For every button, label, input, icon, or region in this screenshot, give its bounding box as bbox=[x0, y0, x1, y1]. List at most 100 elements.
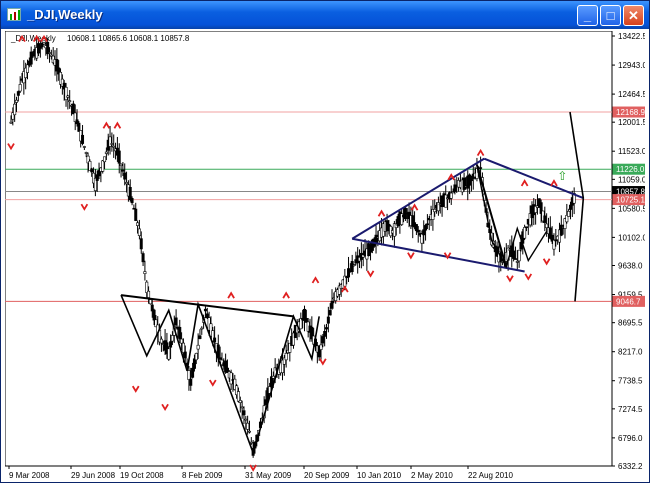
x-tick-label: 19 Oct 2008 bbox=[120, 471, 164, 480]
candle-body bbox=[68, 100, 72, 103]
title-bar[interactable]: _DJI,Weekly _ □ ✕ bbox=[1, 1, 649, 29]
y-tick-label: 11523.0 bbox=[618, 147, 645, 156]
candle-body bbox=[174, 317, 178, 326]
candle-body bbox=[139, 238, 143, 250]
x-tick-label: 31 May 2009 bbox=[245, 471, 292, 480]
candle-body bbox=[180, 338, 184, 344]
candle-body bbox=[119, 163, 123, 166]
candle-body bbox=[246, 422, 250, 430]
candle-body bbox=[29, 51, 33, 65]
candle-body bbox=[101, 160, 105, 172]
chart-app-icon bbox=[7, 8, 21, 21]
chart-header-ohlc: 10608.1 10865.6 10608.1 10857.8 bbox=[67, 34, 190, 43]
candle-body bbox=[449, 192, 453, 199]
candle-body bbox=[271, 375, 275, 379]
price-chart[interactable]: _DJI,Weekly 10608.1 10865.6 10608.1 1085… bbox=[5, 31, 645, 482]
candle-body bbox=[137, 228, 141, 236]
candle-body bbox=[249, 441, 253, 444]
candle-body bbox=[205, 313, 209, 319]
candle-body bbox=[513, 258, 517, 260]
candle-body bbox=[183, 351, 187, 359]
x-tick-label: 10 Jan 2010 bbox=[357, 471, 402, 480]
chart-header-symbol: _DJI,Weekly bbox=[10, 34, 56, 43]
candle-body bbox=[110, 143, 114, 145]
candle-body bbox=[42, 42, 46, 45]
candle-body bbox=[48, 52, 52, 54]
y-tick-label: 8695.5 bbox=[618, 319, 643, 328]
window-title: _DJI,Weekly bbox=[27, 7, 103, 22]
candle-body bbox=[64, 86, 68, 101]
price-marker-label: 10725.1 bbox=[616, 196, 645, 205]
candle-body bbox=[433, 208, 437, 213]
price-marker-label: 12168.9 bbox=[616, 108, 645, 117]
candle-body bbox=[128, 187, 132, 200]
candle-body bbox=[15, 99, 19, 103]
candle-body bbox=[568, 204, 572, 210]
candle-body bbox=[84, 152, 88, 154]
y-axis: 13422.5 12943.0 12464.5 12001.5 11523.0 11059… bbox=[612, 32, 645, 471]
candle-body bbox=[425, 223, 429, 226]
candle-body bbox=[147, 290, 151, 298]
candle-body bbox=[200, 327, 204, 330]
candle-body bbox=[567, 211, 571, 217]
candle-body bbox=[325, 327, 329, 330]
candle-body bbox=[90, 168, 94, 173]
candle-body bbox=[103, 156, 107, 163]
minimize-button[interactable]: _ bbox=[577, 5, 598, 26]
candle-body bbox=[517, 249, 521, 262]
y-tick-label: 12001.5 bbox=[618, 118, 645, 127]
candle-body bbox=[554, 239, 558, 242]
candle-body bbox=[524, 226, 528, 229]
y-tick-label: 11059.0 bbox=[618, 175, 645, 184]
candle-body bbox=[330, 300, 334, 309]
candle-body bbox=[543, 215, 547, 223]
candle-body bbox=[196, 344, 200, 350]
candle-body bbox=[240, 406, 244, 409]
y-tick-label: 10580.5 bbox=[618, 204, 645, 213]
candle-body bbox=[9, 121, 13, 124]
candle-body bbox=[134, 208, 138, 221]
candle-body bbox=[167, 348, 171, 360]
candle-body bbox=[141, 253, 145, 263]
candle-body bbox=[71, 103, 75, 115]
y-tick-label: 7738.5 bbox=[618, 377, 643, 386]
candle-body bbox=[191, 367, 195, 378]
chart-area[interactable]: _DJI,Weekly 10608.1 10865.6 10608.1 1085… bbox=[5, 31, 645, 482]
x-tick-label: 20 Sep 2009 bbox=[304, 471, 350, 480]
candle-body bbox=[512, 250, 516, 259]
candle-body bbox=[66, 95, 70, 98]
x-tick-label: 2 May 2010 bbox=[411, 471, 453, 480]
candle-body bbox=[321, 336, 325, 344]
candle-body bbox=[242, 410, 246, 416]
candle-body bbox=[326, 316, 330, 324]
maximize-button[interactable]: □ bbox=[600, 5, 621, 26]
candle-body bbox=[152, 309, 156, 321]
candle-body bbox=[236, 391, 240, 402]
candle-body bbox=[194, 353, 198, 361]
y-tick-label: 12943.0 bbox=[618, 61, 645, 70]
x-axis: 9 Mar 2008 29 Jun 2008 19 Oct 2008 8 Feb 20… bbox=[8, 466, 513, 480]
candle-body bbox=[328, 310, 332, 316]
candle-body bbox=[170, 335, 174, 342]
candle-body bbox=[117, 150, 121, 164]
candle-body bbox=[46, 42, 50, 55]
candle-body bbox=[189, 378, 193, 386]
chart-window: _DJI,Weekly _ □ ✕ _DJI,Weekly 10608.1 10… bbox=[0, 0, 650, 483]
x-tick-label: 8 Feb 2009 bbox=[182, 471, 223, 480]
candle-body bbox=[108, 136, 112, 147]
candle-body bbox=[82, 146, 86, 148]
candle-body bbox=[130, 198, 134, 204]
y-tick-label: 10102.0 bbox=[618, 233, 645, 242]
candle-body bbox=[414, 224, 418, 232]
x-tick-label: 9 Mar 2008 bbox=[9, 471, 50, 480]
candle-body bbox=[416, 229, 420, 233]
close-button[interactable]: ✕ bbox=[623, 5, 644, 26]
candle-body bbox=[148, 299, 152, 305]
candle-body bbox=[420, 233, 424, 244]
candle-body bbox=[16, 91, 20, 96]
y-tick-label: 9638.0 bbox=[618, 262, 643, 271]
candle-body bbox=[159, 338, 163, 344]
candle-body bbox=[444, 194, 448, 208]
candle-body bbox=[192, 358, 196, 369]
y-tick-label: 8217.0 bbox=[618, 348, 643, 357]
